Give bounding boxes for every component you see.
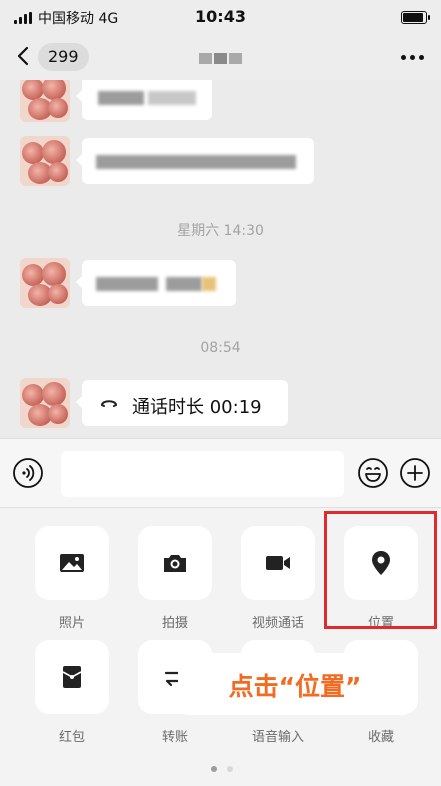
page-indicator[interactable] [211,766,241,774]
tile-red-packet[interactable]: 红包 [35,640,109,745]
tile-label: 语音输入 [251,730,304,745]
contact-avatar[interactable] [20,80,70,122]
tile-photo[interactable]: 照片 [35,526,109,631]
nav-bar: 299 [0,34,441,80]
chat-timestamp: 星期六 14:30 [177,223,264,239]
chat-area[interactable]: 星期六 14:30 08:54 通话时长 00:19 [0,80,441,438]
voice-input-icon[interactable] [12,457,44,489]
tile-label: 拍摄 [161,616,188,631]
camera-icon [164,555,186,572]
instruction-callout: 点击“位置” [178,653,412,715]
contact-avatar[interactable] [20,136,70,186]
call-duration-text: 通话时长 00:19 [132,397,262,418]
tile-label: 红包 [58,730,85,745]
message-bubble-redacted[interactable] [76,138,314,184]
tile-label: 照片 [58,616,85,631]
page-dot [227,766,233,772]
chat-title-redacted [0,49,441,68]
message-bubble-redacted[interactable] [76,80,212,120]
call-duration-message[interactable]: 通话时长 00:19 [76,380,288,426]
message-input[interactable] [61,451,344,497]
location-highlight-box [324,511,437,629]
tile-video-call[interactable]: 视频通话 [241,526,315,631]
battery-fill [403,13,423,22]
status-bar: 中国移动 4G 10:43 [0,0,441,34]
message-bubble-redacted[interactable] [76,260,236,306]
instruction-text: 点击“位置” [228,672,362,701]
tile-label: 转账 [161,730,188,745]
page-dot-active [211,766,217,772]
more-icon[interactable] [401,55,425,61]
emoji-icon[interactable] [357,457,389,489]
video-call-icon [266,556,290,570]
battery-icon [401,11,430,24]
tile-label: 收藏 [367,730,394,745]
red-packet-icon [62,666,82,688]
status-time: 10:43 [195,7,246,26]
input-bar [0,438,441,508]
contact-avatar[interactable] [20,258,70,308]
chat-timestamp: 08:54 [200,340,241,356]
phone-handset-icon [101,400,117,407]
tile-camera[interactable]: 拍摄 [138,526,212,631]
plus-icon[interactable] [399,457,431,489]
photo-icon [60,554,84,572]
tile-label: 视频通话 [251,616,304,631]
contact-avatar[interactable] [20,378,70,428]
